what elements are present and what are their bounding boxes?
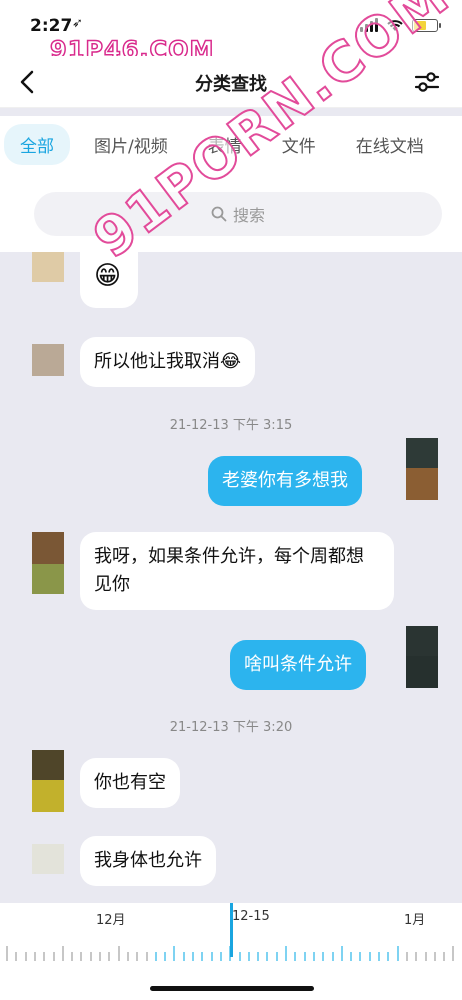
timeline-tick: [71, 952, 74, 961]
timeline-tick: [266, 952, 269, 961]
timeline-tick: [452, 946, 455, 961]
timeline-tick: [154, 952, 157, 961]
timeline-tick: [322, 952, 325, 961]
timeline-tick: [24, 952, 27, 961]
timeline-tick: [433, 952, 436, 961]
message-text: 老婆你有多想我: [222, 470, 348, 491]
timeline-tick: [210, 952, 213, 961]
timeline-cursor[interactable]: [230, 903, 233, 957]
tab-stickers[interactable]: 表情: [192, 124, 258, 165]
avatar[interactable]: [406, 626, 438, 688]
timeline-tick: [6, 946, 8, 961]
timeline-tick: [136, 952, 139, 961]
timeline-tick: [350, 952, 353, 961]
battery-icon: [412, 18, 441, 32]
category-tabs: 全部 图片/视频 表情 文件 在线文档: [0, 116, 462, 172]
chat-list: 😁 所以他让我取消😂 21-12-13 下午 3:15 老婆你有多想我 我呀，如…: [0, 252, 462, 902]
message-bubble[interactable]: 啥叫条件允许: [230, 640, 366, 690]
avatar[interactable]: [32, 344, 64, 376]
timeline-tick: [15, 952, 18, 961]
message-bubble[interactable]: 所以他让我取消😂: [80, 337, 256, 387]
timeline-tick: [61, 946, 64, 961]
timestamp: 21-12-13 下午 3:20: [169, 720, 293, 735]
message-bubble[interactable]: 😁: [80, 252, 138, 308]
timeline-tick: [33, 952, 36, 961]
avatar[interactable]: [32, 844, 64, 874]
message-text: 你也有空: [94, 772, 166, 793]
page-title: 分类查找: [195, 74, 267, 95]
timeline-tick: [405, 952, 408, 961]
timeline-tick: [415, 952, 418, 961]
tab-all[interactable]: 全部: [4, 123, 70, 165]
signal-icon: [360, 18, 378, 32]
message-text: 所以他让我取消😂: [94, 351, 242, 372]
timeline-tick: [396, 946, 399, 961]
timeline-tick: [303, 952, 306, 961]
timeline-tick: [201, 952, 204, 961]
timeline-tick: [80, 952, 83, 961]
timeline-tick: [257, 952, 260, 961]
timeline-tick: [387, 952, 390, 961]
timestamp: 21-12-13 下午 3:15: [169, 418, 293, 433]
timeline-tick: [99, 952, 101, 961]
search-area: 搜索: [0, 172, 462, 252]
tab-images-videos[interactable]: 图片/视频: [78, 124, 184, 165]
timeline-tick: [247, 952, 250, 961]
timeline-tick: [238, 952, 241, 961]
timeline-label-left: 12月: [96, 913, 126, 928]
message-text: 我呀，如果条件允许，每个周都想见你: [94, 546, 364, 595]
timeline-label-center: 12-15: [232, 909, 270, 924]
status-time: 2:27: [30, 16, 73, 36]
location-icon: ➶: [72, 16, 83, 31]
timeline-tick: [182, 952, 185, 961]
avatar[interactable]: [32, 750, 64, 812]
timeline-tick: [331, 952, 334, 961]
message-bubble[interactable]: 我身体也允许: [80, 836, 216, 886]
timeline-tick: [368, 952, 371, 961]
status-icons: [360, 18, 441, 32]
message-bubble[interactable]: 老婆你有多想我: [208, 456, 362, 506]
search-placeholder: 搜索: [232, 206, 265, 225]
home-indicator: [150, 986, 314, 991]
nav-bar: 分类查找: [0, 56, 462, 108]
timeline-tick: [173, 946, 176, 961]
timeline-tick: [294, 952, 297, 961]
wifi-icon: [387, 20, 403, 31]
timeline-label-right: 1月: [404, 913, 426, 928]
timeline-tick: [275, 952, 278, 961]
avatar[interactable]: [32, 252, 64, 282]
timeline-tick: [52, 952, 55, 961]
timeline-tick: [359, 952, 362, 961]
timeline-tick: [145, 952, 148, 961]
timeline-tick: [312, 952, 315, 961]
tab-online-docs[interactable]: 在线文档: [340, 124, 440, 165]
timeline-tick: [285, 946, 287, 961]
timeline-tick: [378, 952, 380, 961]
avatar[interactable]: [32, 532, 64, 594]
search-icon: [211, 206, 227, 222]
timeline-tick: [89, 952, 92, 961]
timeline-tick: [424, 952, 427, 961]
message-bubble[interactable]: 我呀，如果条件允许，每个周都想见你: [80, 532, 394, 610]
timeline-tick: [43, 952, 46, 961]
tab-files[interactable]: 文件: [266, 124, 332, 165]
timeline-tick: [126, 952, 129, 961]
avatar[interactable]: [406, 438, 438, 500]
message-bubble[interactable]: 你也有空: [80, 758, 180, 808]
message-text: 我身体也允许: [94, 850, 202, 871]
timeline-tick: [340, 946, 343, 961]
timeline-tick: [164, 952, 167, 961]
timeline-tick: [108, 952, 111, 961]
timeline-tick: [443, 952, 446, 961]
sliders-icon[interactable]: [414, 70, 440, 94]
timeline-tick: [219, 952, 222, 961]
message-text: 啥叫条件允许: [244, 654, 352, 675]
date-timeline[interactable]: 12月 12-15 1月: [0, 903, 462, 1000]
timeline-tick: [192, 952, 194, 961]
search-input[interactable]: 搜索: [34, 192, 442, 236]
grinning-emoji: 😁: [94, 261, 122, 291]
timeline-tick: [117, 946, 120, 961]
